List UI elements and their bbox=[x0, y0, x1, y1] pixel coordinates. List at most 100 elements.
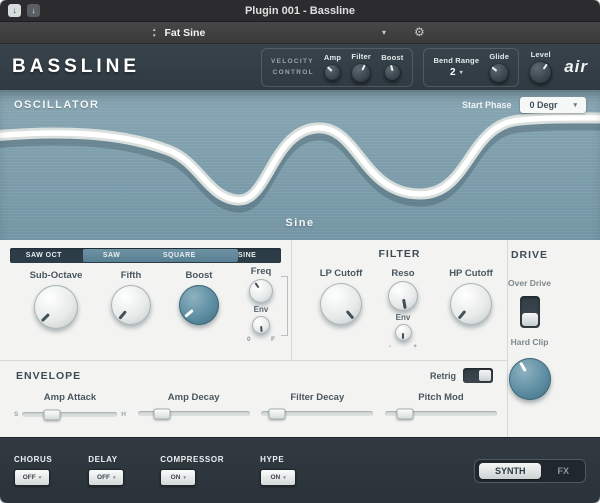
retrig-toggle-handle[interactable] bbox=[479, 370, 491, 381]
osc-boost-knob[interactable] bbox=[179, 285, 219, 325]
filter-env-min: - bbox=[389, 343, 391, 350]
amp-attack-label: Amp Attack bbox=[44, 392, 96, 403]
osc-env-knob[interactable] bbox=[252, 316, 270, 334]
amp-decay-slider[interactable] bbox=[138, 411, 250, 416]
filter-env-label: Env bbox=[396, 313, 411, 322]
envelope-sliders: Amp Attack S H Amp Decay bbox=[14, 392, 497, 418]
bend-range-selector[interactable]: 2 ▾ bbox=[450, 67, 463, 78]
delay-toggle-button[interactable]: OFF ▾ bbox=[88, 469, 124, 486]
delay-label: DELAY bbox=[88, 455, 124, 464]
filter-env-max: + bbox=[413, 343, 417, 350]
filter-decay-handle[interactable] bbox=[268, 408, 285, 419]
velocity-control-group: VELOCITY CONTROL Amp Filter Boost bbox=[261, 48, 413, 87]
filter-decay-slider[interactable] bbox=[261, 411, 373, 416]
arrow-down-icon: ↓ bbox=[32, 7, 36, 15]
osc-env-range: 0 F bbox=[247, 336, 275, 343]
velocity-amp-knob[interactable] bbox=[324, 64, 341, 81]
start-phase-dropdown[interactable]: 0 Degr ▾ bbox=[520, 97, 586, 113]
retrig-toggle[interactable] bbox=[463, 368, 493, 383]
fifth-knob[interactable] bbox=[111, 285, 151, 325]
velocity-control-label: VELOCITY CONTROL bbox=[271, 56, 314, 78]
hype-toggle-button[interactable]: ON ▾ bbox=[260, 469, 296, 486]
filter-title: FILTER bbox=[292, 248, 507, 260]
compressor-caret-icon: ▾ bbox=[183, 475, 186, 481]
filter-decay-label: Filter Decay bbox=[290, 392, 344, 403]
preset-spinner[interactable]: ▲ ▼ bbox=[152, 27, 156, 37]
start-phase-control: Start Phase 0 Degr ▾ bbox=[462, 97, 586, 113]
amp-decay-label: Amp Decay bbox=[168, 392, 220, 403]
compressor-state: ON bbox=[171, 474, 181, 481]
delay-caret-icon: ▾ bbox=[113, 475, 116, 481]
start-phase-caret-icon[interactable]: ▾ bbox=[573, 101, 577, 109]
chorus-toggle-button[interactable]: OFF ▾ bbox=[14, 469, 50, 486]
envelope-panel: ENVELOPE Retrig Amp Attack S H bbox=[0, 360, 507, 437]
preset-name: Fat Sine bbox=[164, 27, 374, 39]
tab-synth[interactable]: SYNTH bbox=[479, 463, 542, 479]
bend-range-label: Bend Range bbox=[433, 56, 479, 65]
save-preset-icon[interactable]: ↓ bbox=[8, 4, 21, 17]
freq-knob[interactable] bbox=[249, 279, 273, 303]
chorus-state: OFF bbox=[23, 474, 36, 481]
drive-mode-switch[interactable] bbox=[520, 296, 540, 328]
preset-caret-icon[interactable]: ▾ bbox=[382, 28, 386, 37]
amp-attack-max-label: H bbox=[121, 411, 126, 418]
retrig-label: Retrig bbox=[430, 371, 456, 381]
oscillator-title: OSCILLATOR bbox=[14, 99, 99, 111]
drive-mode-switch-handle[interactable] bbox=[522, 313, 538, 326]
tab-fx[interactable]: FX bbox=[545, 463, 581, 479]
pitch-mod-label: Pitch Mod bbox=[418, 392, 463, 403]
delay-state: OFF bbox=[97, 474, 110, 481]
filter-env-knob[interactable] bbox=[395, 324, 412, 341]
bend-range-caret-icon[interactable]: ▾ bbox=[460, 69, 463, 76]
start-phase-label: Start Phase bbox=[462, 100, 512, 110]
header-strip: BASSLINE VELOCITY CONTROL Amp Filter Boo… bbox=[0, 44, 600, 90]
lp-cutoff-knob[interactable] bbox=[320, 283, 362, 325]
preset-selector[interactable]: ▲ ▼ Fat Sine ▾ bbox=[146, 24, 392, 41]
view-switcher: SYNTH FX bbox=[474, 459, 586, 483]
drive-title: DRIVE bbox=[508, 249, 551, 261]
tab-saw[interactable]: SAW bbox=[78, 252, 146, 259]
bassline-logo: BASSLINE bbox=[12, 56, 140, 78]
hp-cutoff-knob[interactable] bbox=[450, 283, 492, 325]
spinner-down-icon[interactable]: ▼ bbox=[152, 33, 156, 38]
env-routing-bracket bbox=[281, 276, 288, 336]
oscillator-controls-panel: SAW OCT SAW SQUARE SINE Sub-Octave Fifth bbox=[0, 240, 292, 360]
tab-square[interactable]: SQUARE bbox=[146, 252, 214, 259]
sub-octave-knob[interactable] bbox=[34, 285, 78, 329]
tab-saw-oct[interactable]: SAW OCT bbox=[10, 252, 78, 259]
pitch-mod-handle[interactable] bbox=[397, 408, 414, 419]
window-title: Plugin 001 - Bassline bbox=[0, 5, 600, 17]
over-drive-label: Over Drive bbox=[508, 278, 551, 288]
retrig-control: Retrig bbox=[430, 368, 493, 383]
bottom-bar: CHORUS OFF ▾ DELAY OFF ▾ COMPRESSOR ON ▾… bbox=[0, 437, 600, 503]
filter-env-range: - + bbox=[389, 343, 417, 350]
drive-amount-knob[interactable] bbox=[509, 358, 551, 400]
osc-env-min: 0 bbox=[247, 336, 251, 343]
reso-knob[interactable] bbox=[388, 281, 418, 311]
amp-attack-slider[interactable] bbox=[22, 412, 117, 417]
controls-area: SAW OCT SAW SQUARE SINE Sub-Octave Fifth bbox=[0, 240, 600, 437]
gear-icon[interactable]: ⚙ bbox=[414, 25, 425, 41]
velocity-boost-knob[interactable] bbox=[384, 64, 401, 81]
hype-caret-icon: ▾ bbox=[283, 475, 286, 481]
waveform-selector[interactable]: SAW OCT SAW SQUARE SINE bbox=[10, 248, 281, 263]
arrow-down-icon: ↓ bbox=[13, 7, 17, 15]
amp-attack-handle[interactable] bbox=[43, 409, 60, 420]
start-phase-value: 0 Degr bbox=[529, 100, 557, 110]
velocity-filter-knob[interactable] bbox=[351, 63, 371, 83]
hype-state: ON bbox=[270, 474, 280, 481]
boost-knob-label: Boost bbox=[381, 53, 403, 62]
hard-clip-label: Hard Clip bbox=[508, 337, 551, 347]
compressor-toggle-button[interactable]: ON ▾ bbox=[160, 469, 196, 486]
level-knob[interactable] bbox=[529, 61, 552, 84]
drive-panel: DRIVE Over Drive Hard Clip bbox=[508, 240, 551, 437]
load-preset-icon[interactable]: ↓ bbox=[27, 4, 40, 17]
osc-env-max: F bbox=[271, 336, 275, 343]
glide-knob[interactable] bbox=[489, 63, 509, 83]
bend-range-value: 2 bbox=[450, 67, 456, 78]
wave-name-label: Sine bbox=[0, 217, 600, 229]
amp-decay-handle[interactable] bbox=[154, 408, 171, 419]
filter-knob-label: Filter bbox=[351, 52, 371, 61]
tab-sine[interactable]: SINE bbox=[213, 252, 281, 259]
pitch-mod-slider[interactable] bbox=[385, 411, 497, 416]
